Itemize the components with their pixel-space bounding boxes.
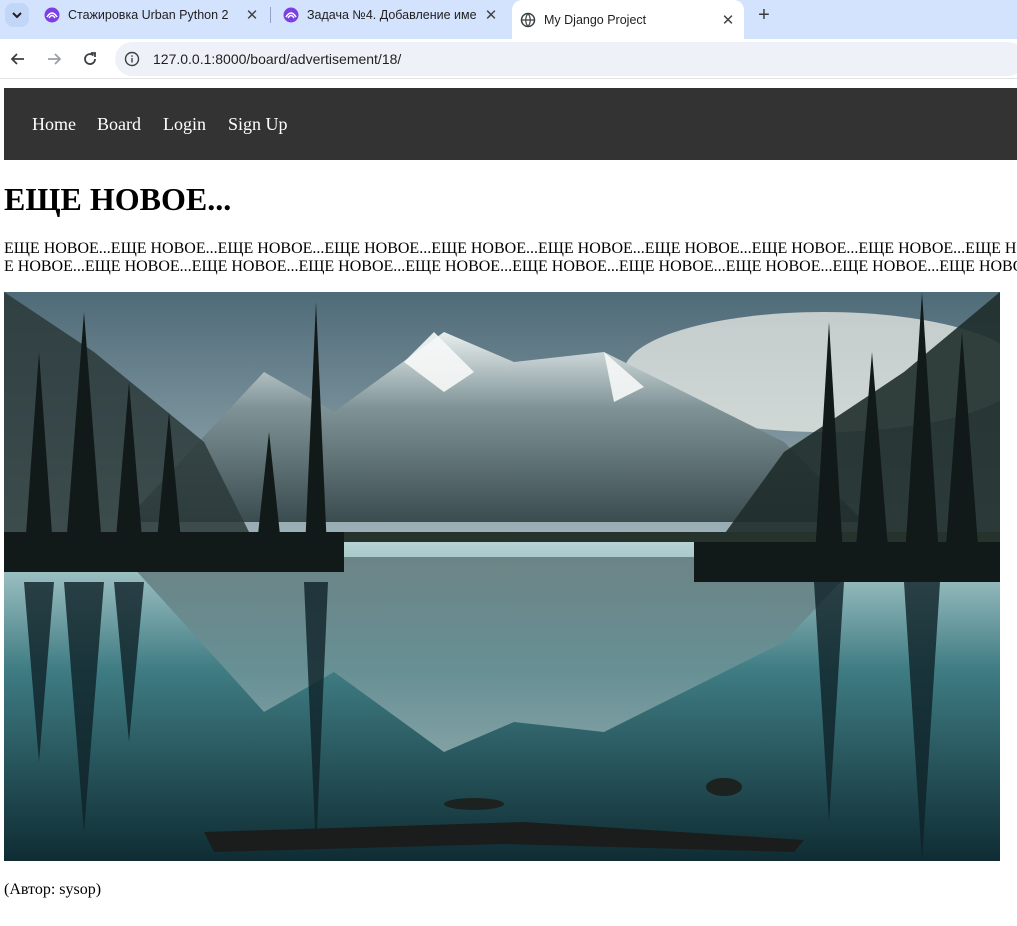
reload-icon[interactable] bbox=[77, 46, 103, 72]
advertisement-title: ЕЩЕ НОВОЕ... bbox=[4, 181, 232, 217]
back-arrow-icon[interactable] bbox=[5, 46, 31, 72]
browser-toolbar: 127.0.0.1:8000/board/advertisement/18/ bbox=[0, 39, 1017, 79]
urban-logo-icon bbox=[283, 7, 299, 23]
page-content: Home Board Login Sign Up ЕЩЕ НОВОЕ... ЕЩ… bbox=[0, 80, 1017, 926]
tab-title: My Django Project bbox=[544, 12, 647, 27]
browser-tab-1[interactable]: Стажировка Urban Python 2 ✕ bbox=[44, 0, 260, 30]
nav-link-home[interactable]: Home bbox=[32, 113, 76, 135]
url-text: 127.0.0.1:8000/board/advertisement/18/ bbox=[153, 51, 402, 67]
nav-link-login[interactable]: Login bbox=[163, 113, 206, 135]
advertisement-author: (Автор: sysop) bbox=[4, 881, 102, 898]
browser-tab-2[interactable]: Задача №4. Добавление имен ✕ bbox=[283, 0, 499, 30]
tab-title: Задача №4. Добавление имен bbox=[307, 8, 477, 22]
site-navbar: Home Board Login Sign Up bbox=[4, 88, 1017, 160]
mountain-lake-photo bbox=[4, 292, 1000, 861]
tab-search-chevron-icon[interactable] bbox=[5, 3, 29, 27]
browser-tabstrip: Стажировка Urban Python 2 ✕ Задача №4. Д… bbox=[0, 0, 1017, 39]
globe-icon bbox=[520, 12, 536, 27]
tab-divider bbox=[270, 7, 271, 23]
new-tab-plus-icon[interactable]: + bbox=[752, 4, 776, 26]
browser-tab-active[interactable]: My Django Project ✕ bbox=[512, 0, 744, 39]
tab-title: Стажировка Urban Python 2 bbox=[68, 8, 229, 22]
advertisement-text: ЕЩЕ НОВОЕ...ЕЩЕ НОВОЕ...ЕЩЕ НОВОЕ...ЕЩЕ … bbox=[4, 240, 1017, 275]
advertisement-image bbox=[4, 292, 1000, 861]
close-tab-icon[interactable]: ✕ bbox=[244, 7, 260, 24]
nav-link-signup[interactable]: Sign Up bbox=[228, 113, 288, 135]
address-bar[interactable]: 127.0.0.1:8000/board/advertisement/18/ bbox=[115, 42, 1017, 76]
close-tab-icon[interactable]: ✕ bbox=[720, 12, 736, 29]
forward-arrow-icon[interactable] bbox=[41, 46, 67, 72]
urban-logo-icon bbox=[44, 7, 60, 23]
close-tab-icon[interactable]: ✕ bbox=[483, 7, 499, 24]
site-info-icon[interactable] bbox=[119, 46, 145, 72]
nav-link-board[interactable]: Board bbox=[97, 113, 141, 135]
